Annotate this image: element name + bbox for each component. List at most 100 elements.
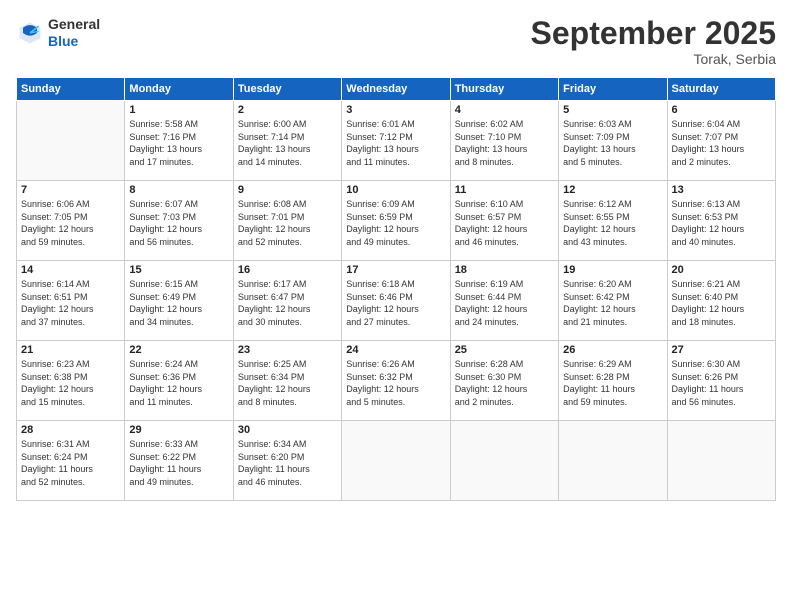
logo-general-text: General [48, 16, 100, 33]
calendar-cell: 6Sunrise: 6:04 AM Sunset: 7:07 PM Daylig… [667, 101, 775, 181]
day-number: 24 [346, 344, 445, 356]
day-number: 14 [21, 264, 120, 276]
header-tuesday: Tuesday [233, 78, 341, 101]
header-wednesday: Wednesday [342, 78, 450, 101]
day-info: Sunrise: 6:23 AM Sunset: 6:38 PM Dayligh… [21, 358, 120, 408]
day-info: Sunrise: 6:13 AM Sunset: 6:53 PM Dayligh… [672, 198, 771, 248]
calendar-cell [450, 421, 558, 501]
day-info: Sunrise: 6:01 AM Sunset: 7:12 PM Dayligh… [346, 118, 445, 168]
day-number: 29 [129, 424, 228, 436]
calendar-cell [17, 101, 125, 181]
calendar-cell: 25 Sunrise: 6:28 AM Sunset: 6:30 PM Dayli… [450, 341, 558, 421]
header-sunday: Sunday [17, 78, 125, 101]
calendar-week-row: 7 Sunrise: 6:06 AM Sunset: 7:05 PM Daylig… [17, 181, 776, 261]
calendar-cell: 4 Sunrise: 6:02 AM Sunset: 7:10 PM Daylig… [450, 101, 558, 181]
calendar-container: General Blue September 2025 Torak, Serbi… [0, 0, 792, 612]
day-number: 15 [129, 264, 228, 276]
calendar-cell: 28 Sunrise: 6:31 AM Sunset: 6:24 PM Dayli… [17, 421, 125, 501]
day-number: 8 [129, 184, 228, 196]
day-info: Sunrise: 6:33 AM Sunset: 6:22 PM Dayligh… [129, 438, 228, 488]
calendar-cell: 12 Sunrise: 6:12 AM Sunset: 6:55 PM Dayli… [559, 181, 667, 261]
day-info: Sunrise: 5:58 AM Sunset: 7:16 PM Dayligh… [129, 118, 228, 168]
calendar-week-row: 28 Sunrise: 6:31 AM Sunset: 6:24 PM Dayli… [17, 421, 776, 501]
day-number: 13 [672, 184, 771, 196]
day-info: Sunrise: 6:00 AM Sunset: 7:14 PM Dayligh… [238, 118, 337, 168]
calendar-cell: 17 Sunrise: 6:18 AM Sunset: 6:46 PM Dayli… [342, 261, 450, 341]
day-info: Sunrise: 6:30 AM Sunset: 6:26 PM Dayligh… [672, 358, 771, 408]
day-info: Sunrise: 6:06 AM Sunset: 7:05 PM Dayligh… [21, 198, 120, 248]
day-info: Sunrise: 6:08 AM Sunset: 7:01 PM Dayligh… [238, 198, 337, 248]
day-number: 10 [346, 184, 445, 196]
calendar-cell: 3Sunrise: 6:01 AM Sunset: 7:12 PM Daylig… [342, 101, 450, 181]
calendar-cell: 2 Sunrise: 6:00 AM Sunset: 7:14 PM Daylig… [233, 101, 341, 181]
day-number: 23 [238, 344, 337, 356]
calendar-cell: 13 Sunrise: 6:13 AM Sunset: 6:53 PM Dayli… [667, 181, 775, 261]
calendar-week-row: 1Sunrise: 5:58 AM Sunset: 7:16 PM Daylig… [17, 101, 776, 181]
day-info: Sunrise: 6:18 AM Sunset: 6:46 PM Dayligh… [346, 278, 445, 328]
day-number: 4 [455, 104, 554, 116]
day-number: 21 [21, 344, 120, 356]
day-info: Sunrise: 6:29 AM Sunset: 6:28 PM Dayligh… [563, 358, 662, 408]
calendar-cell: 24 Sunrise: 6:26 AM Sunset: 6:32 PM Dayli… [342, 341, 450, 421]
day-info: Sunrise: 6:21 AM Sunset: 6:40 PM Dayligh… [672, 278, 771, 328]
day-number: 28 [21, 424, 120, 436]
day-number: 5 [563, 104, 662, 116]
location: Torak, Serbia [531, 51, 776, 67]
day-info: Sunrise: 6:31 AM Sunset: 6:24 PM Dayligh… [21, 438, 120, 488]
day-number: 27 [672, 344, 771, 356]
header-monday: Monday [125, 78, 233, 101]
calendar-cell: 10 Sunrise: 6:09 AM Sunset: 6:59 PM Dayli… [342, 181, 450, 261]
day-number: 20 [672, 264, 771, 276]
day-info: Sunrise: 6:10 AM Sunset: 6:57 PM Dayligh… [455, 198, 554, 248]
day-info: Sunrise: 6:03 AM Sunset: 7:09 PM Dayligh… [563, 118, 662, 168]
day-info: Sunrise: 6:19 AM Sunset: 6:44 PM Dayligh… [455, 278, 554, 328]
calendar-cell: 22Sunrise: 6:24 AM Sunset: 6:36 PM Dayli… [125, 341, 233, 421]
day-info: Sunrise: 6:20 AM Sunset: 6:42 PM Dayligh… [563, 278, 662, 328]
day-info: Sunrise: 6:14 AM Sunset: 6:51 PM Dayligh… [21, 278, 120, 328]
day-number: 17 [346, 264, 445, 276]
calendar-cell: 21 Sunrise: 6:23 AM Sunset: 6:38 PM Dayli… [17, 341, 125, 421]
day-info: Sunrise: 6:17 AM Sunset: 6:47 PM Dayligh… [238, 278, 337, 328]
calendar-cell: 8 Sunrise: 6:07 AM Sunset: 7:03 PM Daylig… [125, 181, 233, 261]
day-info: Sunrise: 6:07 AM Sunset: 7:03 PM Dayligh… [129, 198, 228, 248]
day-number: 19 [563, 264, 662, 276]
day-number: 12 [563, 184, 662, 196]
calendar-cell [342, 421, 450, 501]
day-info: Sunrise: 6:26 AM Sunset: 6:32 PM Dayligh… [346, 358, 445, 408]
calendar-cell: 19 Sunrise: 6:20 AM Sunset: 6:42 PM Dayli… [559, 261, 667, 341]
calendar-week-row: 14 Sunrise: 6:14 AM Sunset: 6:51 PM Dayli… [17, 261, 776, 341]
header-friday: Friday [559, 78, 667, 101]
calendar-cell: 1Sunrise: 5:58 AM Sunset: 7:16 PM Daylig… [125, 101, 233, 181]
day-info: Sunrise: 6:34 AM Sunset: 6:20 PM Dayligh… [238, 438, 337, 488]
day-number: 30 [238, 424, 337, 436]
day-info: Sunrise: 6:09 AM Sunset: 6:59 PM Dayligh… [346, 198, 445, 248]
day-number: 2 [238, 104, 337, 116]
day-info: Sunrise: 6:02 AM Sunset: 7:10 PM Dayligh… [455, 118, 554, 168]
calendar-cell [559, 421, 667, 501]
calendar-cell: 9 Sunrise: 6:08 AM Sunset: 7:01 PM Daylig… [233, 181, 341, 261]
month-title: September 2025 [531, 16, 776, 51]
calendar-cell: 16Sunrise: 6:17 AM Sunset: 6:47 PM Dayli… [233, 261, 341, 341]
calendar-cell: 30 Sunrise: 6:34 AM Sunset: 6:20 PM Dayli… [233, 421, 341, 501]
day-number: 25 [455, 344, 554, 356]
calendar-cell: 26Sunrise: 6:29 AM Sunset: 6:28 PM Dayli… [559, 341, 667, 421]
day-info: Sunrise: 6:12 AM Sunset: 6:55 PM Dayligh… [563, 198, 662, 248]
logo-text: General Blue [48, 16, 100, 50]
calendar-cell: 14 Sunrise: 6:14 AM Sunset: 6:51 PM Dayli… [17, 261, 125, 341]
calendar-cell: 20 Sunrise: 6:21 AM Sunset: 6:40 PM Dayli… [667, 261, 775, 341]
calendar-cell [667, 421, 775, 501]
header-saturday: Saturday [667, 78, 775, 101]
day-info: Sunrise: 6:24 AM Sunset: 6:36 PM Dayligh… [129, 358, 228, 408]
calendar-cell: 15Sunrise: 6:15 AM Sunset: 6:49 PM Dayli… [125, 261, 233, 341]
title-block: September 2025 Torak, Serbia [531, 16, 776, 67]
logo-icon [16, 19, 44, 47]
calendar-cell: 7 Sunrise: 6:06 AM Sunset: 7:05 PM Daylig… [17, 181, 125, 261]
calendar-cell: 5 Sunrise: 6:03 AM Sunset: 7:09 PM Daylig… [559, 101, 667, 181]
day-info: Sunrise: 6:25 AM Sunset: 6:34 PM Dayligh… [238, 358, 337, 408]
weekday-header-row: Sunday Monday Tuesday Wednesday Thursday… [17, 78, 776, 101]
day-number: 9 [238, 184, 337, 196]
calendar-table: Sunday Monday Tuesday Wednesday Thursday… [16, 77, 776, 501]
day-info: Sunrise: 6:28 AM Sunset: 6:30 PM Dayligh… [455, 358, 554, 408]
day-number: 7 [21, 184, 120, 196]
calendar-cell: 23 Sunrise: 6:25 AM Sunset: 6:34 PM Dayli… [233, 341, 341, 421]
